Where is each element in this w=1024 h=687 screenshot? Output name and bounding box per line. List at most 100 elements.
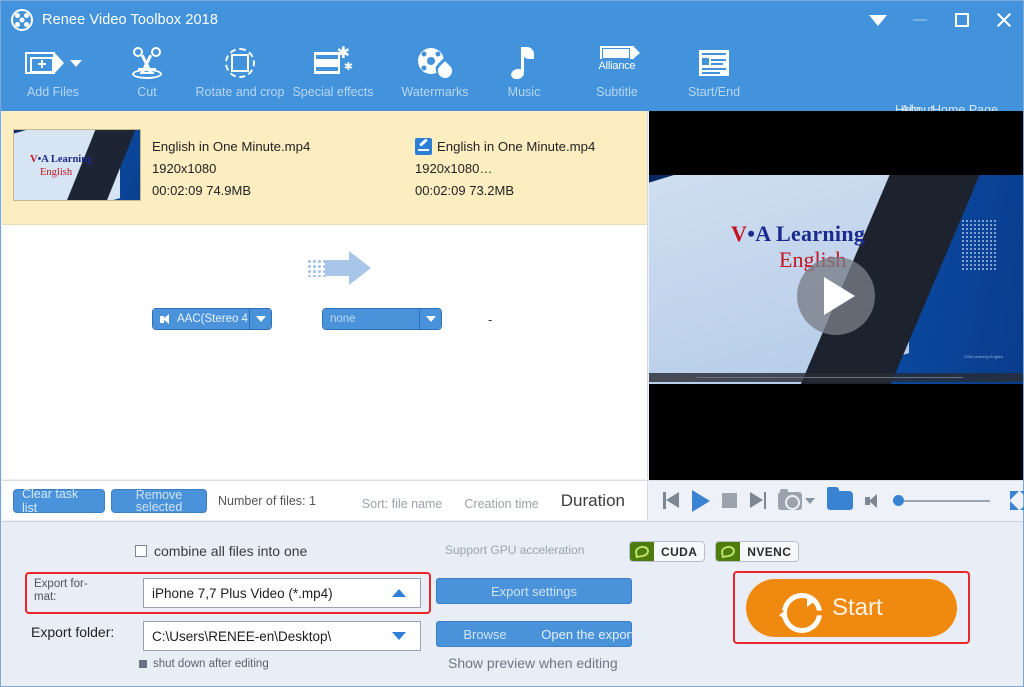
clear-task-list-button[interactable]: Clear task list <box>13 487 105 515</box>
file-list: V•A Learning English English in One Minu… <box>2 111 648 479</box>
toolbar-item-subtitle[interactable]: Alliance Subtitle <box>565 42 669 108</box>
next-icon[interactable] <box>749 492 766 509</box>
audio-track-select[interactable]: AAC(Stereo 4 <box>152 308 272 330</box>
subtitle-track-select[interactable]: none <box>322 308 442 330</box>
previous-icon[interactable] <box>663 492 680 509</box>
toolbar-item-start-end[interactable]: Start/End <box>662 42 766 108</box>
right-arrow-icon <box>307 251 373 285</box>
caret-down-icon[interactable] <box>392 632 406 640</box>
title-bar: Renee Video Toolbox 2018 <box>1 1 1023 39</box>
folder-icon[interactable] <box>827 487 853 510</box>
minimize-icon[interactable] <box>907 7 933 33</box>
cuda-badge: CUDA <box>629 541 706 562</box>
shutdown-after-editing-checkbox[interactable]: shut down after editing <box>139 658 269 670</box>
nvenc-badge: NVENC <box>715 541 800 562</box>
caret-up-icon[interactable] <box>392 589 406 597</box>
sort-controls: Sort: file name Creation time Duration <box>362 491 647 511</box>
video-thumbnail: V•A Learning English <box>13 129 141 201</box>
checkbox-box[interactable] <box>139 660 147 668</box>
fullscreen-icon[interactable] <box>1002 491 1024 510</box>
refresh-icon <box>779 593 815 623</box>
caret-down-icon[interactable] <box>419 309 441 329</box>
gpu-acceleration-label: Support GPU acceleration <box>445 543 585 557</box>
toolbar-label: Rotate and crop <box>195 85 285 99</box>
toolbar-label: Music <box>507 85 541 99</box>
thumbnail-brand: V•A Learning <box>30 154 93 165</box>
toolbar-item-music[interactable]: Music <box>472 42 576 108</box>
target-resolution: 1920x1080… <box>415 161 493 176</box>
open-export-file-button[interactable]: Open the export file <box>533 627 663 642</box>
special-effects-icon: ✱ ✱ <box>314 42 353 84</box>
sort-duration-option[interactable]: Duration <box>561 491 625 511</box>
music-note-icon <box>509 42 537 84</box>
embedded-video-bar <box>649 373 1023 382</box>
export-settings-button[interactable]: Export settings <box>436 578 632 604</box>
nvidia-icon <box>716 542 741 561</box>
start-end-icon <box>699 42 729 84</box>
toolbar-label: Subtitle <box>596 85 638 99</box>
export-folder-select[interactable]: C:\Users\RENEE-en\Desktop\ <box>143 621 421 651</box>
player-controls <box>649 480 1024 520</box>
toolbar-item-add-files[interactable]: Add Files <box>1 42 105 108</box>
browse-label: Browse <box>463 626 507 642</box>
cuda-label: CUDA <box>661 544 698 559</box>
volume-icon[interactable] <box>865 493 881 508</box>
toolbar-item-rotate-and-crop[interactable]: Rotate and crop <box>188 42 292 108</box>
add-files-icon <box>24 42 82 84</box>
film-reel-icon <box>11 9 33 31</box>
edit-pencil-icon[interactable] <box>415 138 432 155</box>
close-icon[interactable] <box>991 7 1017 33</box>
source-duration-size: 00:02:09 74.9MB <box>152 183 252 198</box>
combine-files-checkbox[interactable]: combine all files into one <box>135 543 307 559</box>
audio-track-value: AAC(Stereo 4 <box>177 313 248 325</box>
volume-slider[interactable] <box>893 495 990 506</box>
caret-down-icon <box>805 497 815 504</box>
preview-brand: V•A Learning <box>731 221 866 246</box>
nvidia-icon <box>630 542 654 561</box>
play-circle-icon[interactable] <box>797 256 875 335</box>
sort-file-name-option[interactable]: Sort: file name <box>362 497 443 511</box>
preview-fineprint: VOA Learning English <box>963 354 1003 359</box>
table-row[interactable]: V•A Learning English English in One Minu… <box>2 111 647 330</box>
thumbnail-brand-sub: English <box>40 167 73 178</box>
nvenc-label: NVENC <box>747 544 792 559</box>
export-format-value: iPhone 7,7 Plus Video (*.mp4) <box>152 585 333 601</box>
maximize-icon[interactable] <box>949 7 975 33</box>
caret-down-icon[interactable] <box>865 7 891 33</box>
toolbar-label: Start/End <box>687 85 741 99</box>
subtitle-track-value: none <box>330 313 356 325</box>
show-preview-label[interactable]: Show preview when editing <box>448 655 618 671</box>
remove-selected-button[interactable]: Remove selected <box>111 488 207 513</box>
app-title: Renee Video Toolbox 2018 <box>42 12 219 28</box>
browse-button[interactable]: Browse Open the export file <box>436 621 655 647</box>
row-track-controls: AAC(Stereo 4 none - <box>152 308 492 330</box>
play-icon[interactable] <box>692 489 710 512</box>
source-file-info: English in One Minute.mp4 1920x1080 00:0… <box>152 136 312 202</box>
sort-creation-time-option[interactable]: Creation time <box>464 497 538 511</box>
export-folder-label: Export folder: <box>31 624 115 640</box>
gpu-badges: CUDA NVENC <box>629 541 800 562</box>
video-preview[interactable]: V•A Learning English VOA Learning Englis… <box>649 111 1023 480</box>
stop-icon[interactable] <box>722 493 737 508</box>
start-button-label: Start <box>832 594 883 621</box>
main-toolbar: Add Files Cut Rotate and crop ✱ ✱ Specia… <box>1 39 1023 117</box>
checkbox-box[interactable] <box>135 545 147 557</box>
start-button[interactable]: Start <box>746 579 957 637</box>
row-extra: - <box>488 311 493 327</box>
watermark-icon <box>418 42 455 84</box>
app-window: Renee Video Toolbox 2018 Add Files Cut R… <box>0 0 1024 687</box>
toolbar-item-cut[interactable]: Cut <box>95 42 199 108</box>
window-controls <box>865 1 1017 39</box>
export-format-label: Export for- mat: <box>34 578 88 603</box>
toolbar-label: Watermarks <box>401 85 469 99</box>
crop-rotate-icon <box>223 42 257 84</box>
source-file-name: English in One Minute.mp4 <box>152 139 311 154</box>
export-format-select[interactable]: iPhone 7,7 Plus Video (*.mp4) <box>143 578 421 608</box>
toolbar-label: Special effects <box>292 85 374 99</box>
toolbar-item-special-effects[interactable]: ✱ ✱ Special effects <box>281 42 385 108</box>
caret-down-icon[interactable] <box>249 309 271 329</box>
toolbar-label: Add Files <box>26 85 80 99</box>
camera-icon[interactable] <box>778 488 815 510</box>
chevron-down-icon <box>69 59 82 67</box>
target-duration-size: 00:02:09 73.2MB <box>415 183 515 198</box>
